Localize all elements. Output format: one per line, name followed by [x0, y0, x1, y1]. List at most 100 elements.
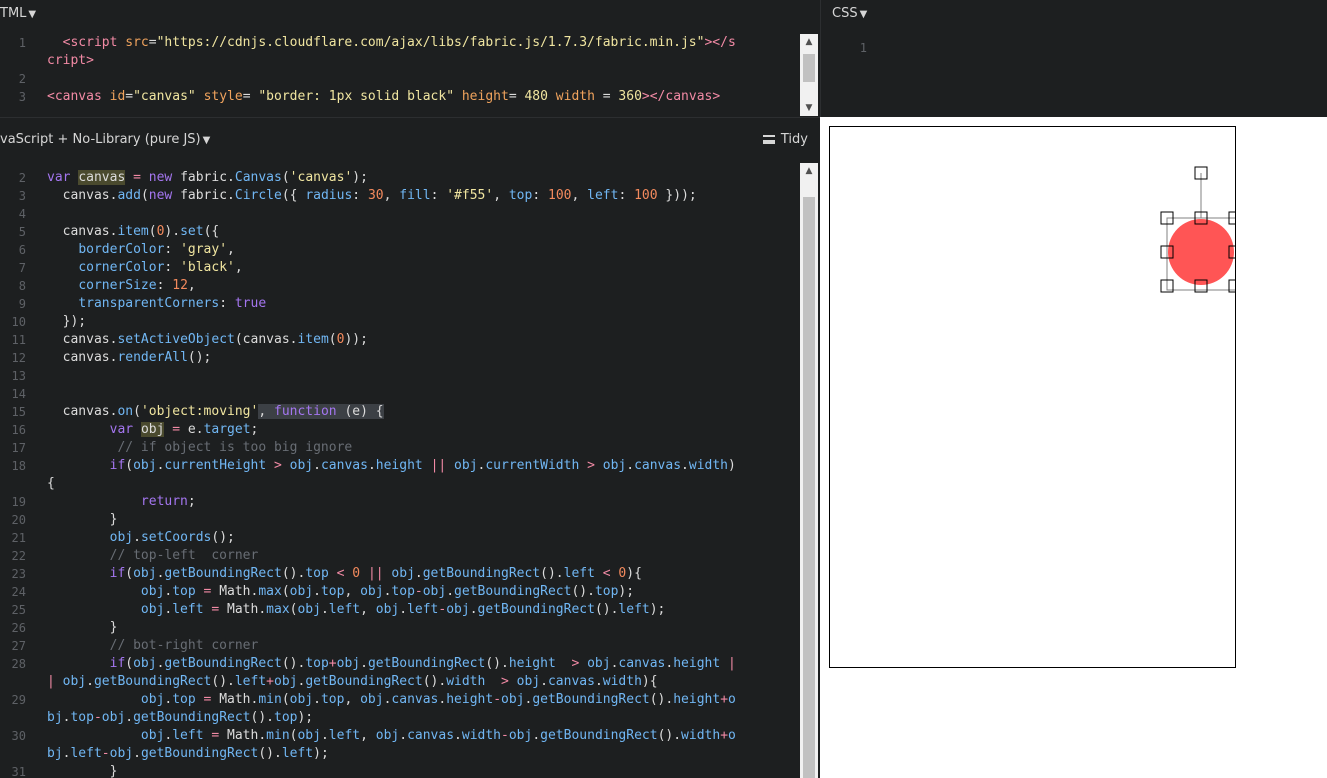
scroll-down-arrow-icon[interactable]: ▼	[800, 100, 818, 116]
css-language-dropdown[interactable]: CSS ▼	[832, 0, 867, 29]
code-line[interactable]: cript>	[0, 52, 800, 70]
code-text: bj.left-obj.getBoundingRect().left);	[47, 745, 329, 763]
code-token: bj	[47, 746, 63, 761]
code-line[interactable]: 19 return;	[0, 493, 800, 511]
code-line[interactable]: 7 cornerColor: 'black',	[0, 259, 800, 277]
code-token: .	[681, 458, 689, 473]
code-token: obj	[602, 458, 627, 473]
code-token: canvas.	[47, 350, 118, 365]
code-line[interactable]: 11 canvas.setActiveObject(canvas.item(0)…	[0, 331, 800, 349]
code-token: min	[258, 692, 282, 707]
code-line[interactable]: 30 obj.left = Math.min(obj.left, obj.can…	[0, 727, 800, 745]
code-text: var canvas = new fabric.Canvas('canvas')…	[47, 169, 368, 187]
code-line[interactable]: 16 var obj = e.target;	[0, 421, 800, 439]
code-line[interactable]: bj.top-obj.getBoundingRect().top);	[0, 709, 800, 727]
code-line[interactable]: 2	[0, 70, 800, 88]
code-line[interactable]: 25 obj.left = Math.max(obj.left, obj.lef…	[0, 601, 800, 619]
code-line[interactable]: 31 }	[0, 763, 800, 778]
code-token: top	[172, 584, 196, 599]
canvas-drawing	[1160, 166, 1235, 293]
tidy-button[interactable]: Tidy	[762, 126, 808, 154]
code-line[interactable]: 21 obj.setCoords();	[0, 529, 800, 547]
fabric-canvas[interactable]	[829, 126, 1236, 668]
code-token: getBoundingRect	[422, 566, 541, 581]
code-line[interactable]: 20 }	[0, 511, 800, 529]
code-token: Math.	[219, 602, 267, 617]
code-line[interactable]: 29 obj.top = Math.min(obj.top, obj.canva…	[0, 691, 800, 709]
red-circle[interactable]	[1168, 219, 1234, 285]
code-token: on	[117, 404, 134, 419]
code-text: obj.top = Math.min(obj.top, obj.canvas.h…	[47, 691, 736, 709]
code-token: canvas	[618, 656, 666, 671]
code-line[interactable]: 23 if(obj.getBoundingRect().top < 0 || o…	[0, 565, 800, 583]
code-token: add	[117, 188, 141, 203]
code-line[interactable]: 9 transparentCorners: true	[0, 295, 800, 313]
code-line[interactable]: 27 // bot-right corner	[0, 637, 800, 655]
html-pane-header: TML ▼	[0, 0, 820, 28]
code-line[interactable]: 5 canvas.item(0).set({	[0, 223, 800, 241]
code-line[interactable]: 3 canvas.add(new fabric.Circle({ radius:…	[0, 187, 800, 205]
code-line[interactable]: 13	[0, 367, 800, 385]
scroll-thumb[interactable]	[803, 54, 815, 82]
scroll-up-arrow-icon[interactable]: ▲	[800, 163, 818, 179]
code-line[interactable]: 6 borderColor: 'gray',	[0, 241, 800, 259]
html-editor[interactable]: 1 <script src="https://cdnjs.cloudflare.…	[0, 34, 800, 117]
code-line[interactable]: 22 // top-left corner	[0, 547, 800, 565]
scroll-thumb[interactable]	[803, 197, 815, 778]
js-editor-scrollbar[interactable]: ▲	[800, 163, 818, 778]
code-line[interactable]: 2 var canvas = new fabric.Canvas('canvas'…	[0, 169, 800, 187]
css-editor[interactable]: 1	[841, 39, 1309, 117]
code-line[interactable]: 1 <script src="https://cdnjs.cloudflare.…	[0, 34, 800, 52]
code-line[interactable]: 26 }	[0, 619, 800, 637]
line-number: 13	[11, 369, 26, 383]
code-token: getBoundingRect	[305, 674, 423, 689]
code-text: canvas.renderAll();	[47, 349, 212, 367]
html-language-dropdown[interactable]: TML ▼	[0, 0, 36, 29]
code-line[interactable]: 17 // if object is too big ignore	[0, 439, 800, 457]
code-line[interactable]: 10 });	[0, 313, 800, 331]
code-token: canvas	[407, 728, 455, 743]
code-token: obj	[133, 458, 157, 473]
code-line[interactable]: 24 obj.top = Math.max(obj.top, obj.top-o…	[0, 583, 800, 601]
code-line[interactable]: 8 cornerSize: 12,	[0, 277, 800, 295]
code-line[interactable]: 1	[841, 39, 1309, 57]
code-line[interactable]: 14	[0, 385, 800, 403]
code-line[interactable]: 4	[0, 205, 800, 223]
code-token: obj	[587, 656, 611, 671]
code-line[interactable]: bj.left-obj.getBoundingRect().left);	[0, 745, 800, 763]
code-line[interactable]: 3 <canvas id="canvas" style= "border: 1px…	[0, 88, 800, 106]
chevron-down-icon: ▼	[859, 9, 868, 20]
code-line[interactable]: | obj.getBoundingRect().left+obj.getBoun…	[0, 673, 800, 691]
code-line[interactable]: 28 if(obj.getBoundingRect().top+obj.getB…	[0, 655, 800, 673]
code-token: }));	[657, 188, 697, 203]
code-token: getBoundingRect	[540, 728, 658, 743]
code-token: ().	[649, 692, 674, 707]
code-token: ().	[281, 566, 306, 581]
code-token: =	[172, 422, 181, 437]
code-token: .	[133, 746, 141, 761]
line-number: 7	[18, 261, 26, 275]
line-number: 15	[11, 405, 26, 419]
html-editor-scrollbar[interactable]: ▲ ▼	[800, 34, 818, 116]
js-editor[interactable]: 2 var canvas = new fabric.Canvas('canvas'…	[0, 169, 800, 778]
code-line[interactable]: {	[0, 475, 800, 493]
scroll-up-arrow-icon[interactable]: ▲	[800, 34, 818, 50]
code-line[interactable]: 15 canvas.on('object:moving', function (…	[0, 403, 800, 421]
code-line[interactable]: 18 if(obj.currentHeight > obj.canvas.hei…	[0, 457, 800, 475]
code-token: left	[70, 746, 102, 761]
line-number: 3	[18, 189, 26, 203]
code-line[interactable]: 12 canvas.renderAll();	[0, 349, 800, 367]
js-language-dropdown[interactable]: vaScript + No-Library (pure JS) ▼	[0, 126, 210, 155]
code-token: obj	[375, 728, 400, 743]
code-token: setActiveObject	[117, 332, 235, 347]
line-number: 10	[11, 315, 26, 329]
